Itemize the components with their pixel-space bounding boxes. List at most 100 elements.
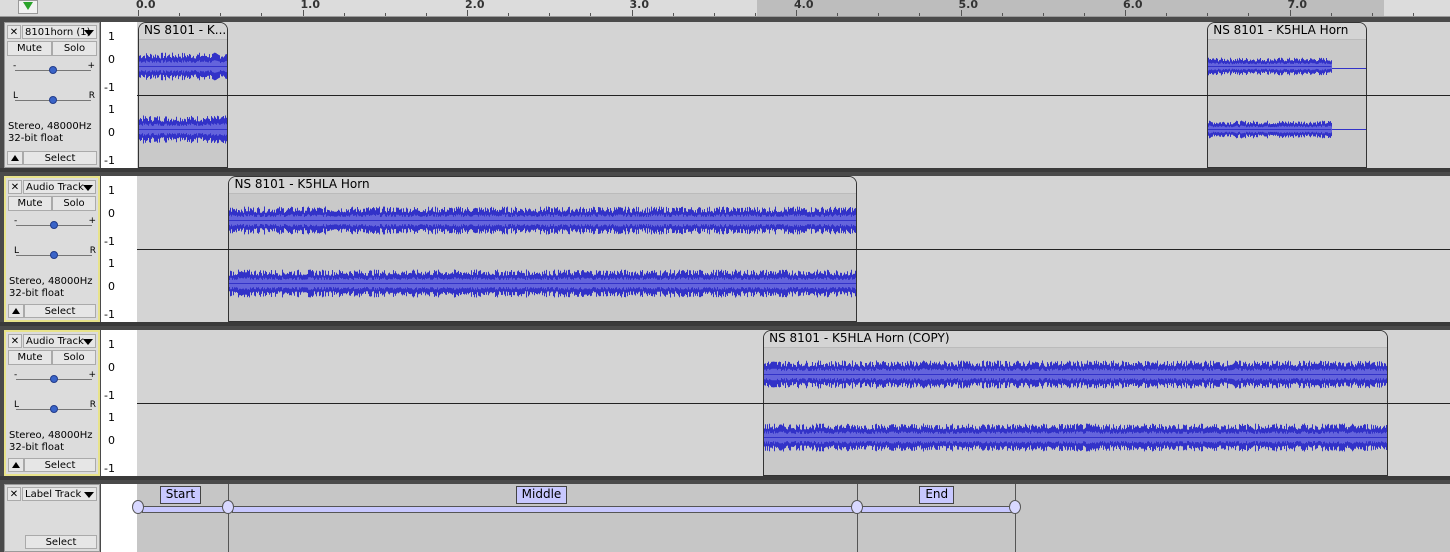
label-text-box[interactable]: End <box>919 486 955 504</box>
collapse-track-icon[interactable] <box>7 151 23 165</box>
mute-button[interactable]: Mute <box>7 41 52 56</box>
pan-slider-knob[interactable] <box>49 96 57 104</box>
ruler-tick-mark <box>590 13 592 16</box>
pan-slider[interactable]: LR <box>14 400 96 416</box>
track-format-info: Stereo, 48000Hz 32-bit float <box>9 276 93 300</box>
close-track-icon[interactable]: ✕ <box>7 25 21 39</box>
vertical-amplitude-ruler: 1 0 -1 1 0 -1 <box>101 330 138 476</box>
amplitude-scale-label: 0 <box>108 279 115 293</box>
pan-right-label: R <box>88 91 95 101</box>
track-header-row: ✕ Audio Track <box>8 180 96 194</box>
ruler-tick-mark <box>261 13 263 16</box>
label-boundary-handle[interactable] <box>1008 500 1021 514</box>
ruler-tick-label: 7.0 <box>1287 0 1308 11</box>
label-area[interactable]: Start Middle End <box>132 484 1450 552</box>
amplitude-scale-label: 1 <box>108 30 115 43</box>
gain-max-label: + <box>87 61 95 71</box>
close-track-icon[interactable]: ✕ <box>7 487 21 501</box>
gain-slider[interactable]: - + <box>14 370 96 386</box>
pan-right-label: R <box>89 400 96 410</box>
label-track-name-menu[interactable]: Label Track <box>22 487 97 501</box>
amplitude-scale-label: 0 <box>108 125 115 139</box>
track-name-menu[interactable]: 8101horn (1) <box>22 25 97 39</box>
gain-slider[interactable]: - + <box>14 216 96 232</box>
gain-min-label: - <box>13 61 17 71</box>
select-track-button[interactable]: Select <box>25 535 97 549</box>
mute-button[interactable]: Mute <box>8 350 52 365</box>
close-track-icon[interactable]: ✕ <box>8 180 22 194</box>
timeline-ruler[interactable]: 0.0 1.0 2.0 3.0 4.0 5.0 6.0 7.0 <box>0 0 1450 17</box>
close-track-icon[interactable]: ✕ <box>8 334 22 348</box>
ruler-tick-label: 3.0 <box>629 0 650 11</box>
pan-left-label: L <box>14 400 20 410</box>
track-bottom-row: Select <box>7 151 97 165</box>
gain-slider-knob[interactable] <box>50 375 58 383</box>
amplitude-scale-label: 0 <box>108 360 115 374</box>
label-boundary-line <box>228 484 230 552</box>
select-track-button[interactable]: Select <box>23 151 97 165</box>
select-track-button[interactable]: Select <box>24 304 96 318</box>
gain-slider[interactable]: - + <box>13 61 95 77</box>
mute-solo-row: Mute Solo <box>7 41 97 56</box>
audio-track[interactable]: ✕ 8101horn (1) Mute Solo - + L R Stereo, 48000Hz… <box>0 22 1450 168</box>
track-control-panel: ✕ 8101horn (1) Mute Solo - + L R Stereo, 48000Hz… <box>4 22 100 168</box>
vertical-amplitude-ruler: 1 0 -1 1 0 -1 <box>101 176 138 322</box>
label-boundary-handle[interactable] <box>132 500 144 514</box>
track-header-row: ✕ 8101horn (1) <box>7 25 97 39</box>
label-span-bar[interactable] <box>232 506 855 513</box>
track-name-menu[interactable]: Audio Track <box>23 334 96 348</box>
pan-slider-knob[interactable] <box>50 251 58 259</box>
mute-solo-row: Mute Solo <box>8 196 96 211</box>
ruler-tick-mark <box>1083 13 1085 16</box>
ruler-tick-mark <box>1412 13 1414 16</box>
channel-right-waveform <box>764 423 1388 452</box>
gain-min-label: - <box>14 370 18 380</box>
label-track-control-panel: ✕ Label Track Select <box>4 484 100 552</box>
pan-slider[interactable]: LR <box>13 91 95 107</box>
label-text-box[interactable]: Middle <box>515 486 568 504</box>
ruler-tick-mark <box>302 10 304 16</box>
collapse-track-icon[interactable] <box>8 458 24 472</box>
audio-track[interactable]: ✕ Audio Track Mute Solo - + L R Stereo, 48000Hz 3… <box>0 176 1450 322</box>
ruler-tick-label: 6.0 <box>1123 0 1143 11</box>
label-boundary-handle[interactable] <box>850 500 863 514</box>
play-head-icon[interactable] <box>18 0 38 14</box>
channel-divider <box>137 403 1450 404</box>
track-name-menu[interactable]: Audio Track <box>23 180 96 194</box>
channel-left-waveform <box>229 206 856 235</box>
track-format-info: Stereo, 48000Hz 32-bit float <box>8 121 92 145</box>
ruler-tick-label: 1.0 <box>300 0 321 11</box>
solo-button[interactable]: Solo <box>52 196 96 211</box>
pan-slider-knob[interactable] <box>50 405 58 413</box>
dropdown-arrow-icon <box>83 339 93 345</box>
gain-slider-knob[interactable] <box>50 221 58 229</box>
ruler-tick-label: 5.0 <box>958 0 979 11</box>
ruler-tick-mark <box>1371 13 1373 16</box>
label-span-bar[interactable] <box>860 506 1013 513</box>
track-waveform-area[interactable]: NS 8101 - K... NS 8101 - K5HLA Horn <box>137 22 1450 168</box>
solo-button[interactable]: Solo <box>52 41 97 56</box>
collapse-track-icon[interactable] <box>8 304 24 318</box>
pan-slider[interactable]: LR <box>14 246 96 262</box>
ruler-tick-mark <box>1166 13 1168 16</box>
track-sample-format: Stereo, 48000Hz <box>9 430 93 441</box>
ruler-tick-mark <box>508 13 510 16</box>
amplitude-scale-label: 1 <box>108 103 115 116</box>
track-waveform-area[interactable]: NS 8101 - K5HLA Horn (COPY) <box>137 330 1450 476</box>
label-span-bar[interactable] <box>142 506 227 513</box>
amplitude-scale-label: 1 <box>108 338 115 351</box>
track-sample-format: Stereo, 48000Hz <box>8 121 92 132</box>
audio-track[interactable]: ✕ Audio Track Mute Solo - + L R Stereo, 48000Hz 3… <box>0 330 1450 476</box>
label-track[interactable]: ✕ Label Track Select Start Middle End <box>0 484 1450 552</box>
mute-button[interactable]: Mute <box>8 196 52 211</box>
ruler-tick-mark <box>384 13 386 16</box>
label-text-box[interactable]: Start <box>159 486 202 504</box>
solo-button[interactable]: Solo <box>52 350 96 365</box>
track-waveform-area[interactable]: NS 8101 - K5HLA Horn <box>137 176 1450 322</box>
ruler-tick-mark <box>179 13 181 16</box>
select-track-button[interactable]: Select <box>24 458 96 472</box>
gain-slider-knob[interactable] <box>49 66 57 74</box>
channel-right-waveform <box>1208 120 1333 139</box>
amplitude-scale-label: -1 <box>104 389 115 402</box>
amplitude-scale-label: -1 <box>104 81 115 94</box>
